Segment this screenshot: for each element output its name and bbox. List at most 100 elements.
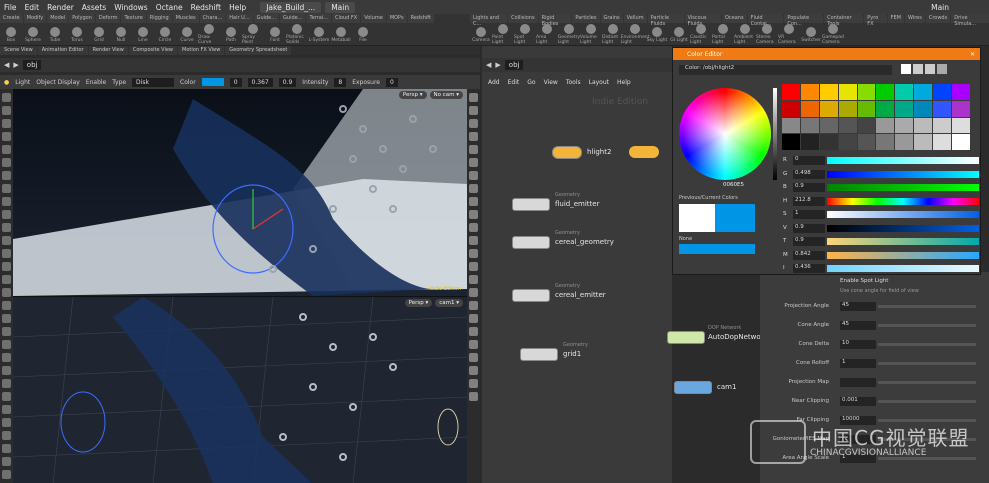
tool-icon[interactable] bbox=[2, 340, 11, 349]
network-menu-item[interactable]: View bbox=[544, 79, 558, 86]
shelf-tool[interactable]: Tube bbox=[44, 26, 66, 43]
menu-render[interactable]: Render bbox=[47, 3, 74, 12]
shelf-tab[interactable]: Muscles bbox=[172, 14, 199, 23]
shelf-tab[interactable]: Chara... bbox=[199, 14, 226, 23]
shelf-tab[interactable]: Modify bbox=[23, 14, 47, 23]
shelf-tool[interactable]: Platonic Solids bbox=[286, 24, 308, 45]
display-option-icon[interactable] bbox=[469, 288, 478, 297]
tool-icon[interactable] bbox=[2, 249, 11, 258]
param-value-field[interactable]: 0.001 bbox=[840, 397, 876, 406]
palette-swatch[interactable] bbox=[800, 84, 819, 100]
display-option-icon[interactable] bbox=[469, 340, 478, 349]
palette-swatch[interactable] bbox=[782, 117, 800, 134]
palette-swatch[interactable] bbox=[933, 100, 952, 117]
shelf-tab[interactable]: Particles bbox=[572, 14, 600, 23]
network-menu-item[interactable]: Go bbox=[527, 79, 535, 86]
palette-swatch[interactable] bbox=[952, 117, 970, 134]
palette-swatch[interactable] bbox=[800, 134, 819, 150]
param-value-field[interactable]: 10 bbox=[840, 340, 876, 349]
network-menu-item[interactable]: Layout bbox=[589, 79, 609, 86]
tool-icon[interactable] bbox=[2, 392, 11, 401]
object-display-toggle[interactable]: Object Display bbox=[36, 79, 80, 86]
tool-icon[interactable] bbox=[2, 262, 11, 271]
tool-icon[interactable] bbox=[2, 288, 11, 297]
tool-icon[interactable] bbox=[2, 145, 11, 154]
display-option-icon[interactable] bbox=[469, 301, 478, 310]
channel-value-field[interactable]: 1 bbox=[793, 210, 825, 219]
shelf-tab[interactable]: Terrai... bbox=[306, 14, 332, 23]
display-option-icon[interactable] bbox=[469, 223, 478, 232]
list-mode-icon[interactable] bbox=[925, 64, 935, 74]
channel-value-field[interactable]: 212.8 bbox=[793, 196, 825, 206]
palette-swatch[interactable] bbox=[952, 100, 970, 117]
display-option-icon[interactable] bbox=[469, 366, 478, 375]
network-node-grid1[interactable]: Geometry grid1 bbox=[520, 342, 588, 361]
shelf-tool[interactable]: Stereo Camera bbox=[756, 24, 778, 45]
color-b-field[interactable]: 0.9 bbox=[278, 77, 297, 87]
shelf-tab[interactable]: Hair U... bbox=[226, 14, 253, 23]
menu-windows[interactable]: Windows bbox=[114, 3, 147, 12]
palette-swatch[interactable] bbox=[914, 84, 933, 100]
channel-value-field[interactable]: 0.9 bbox=[793, 237, 825, 246]
value-slider[interactable] bbox=[773, 88, 777, 180]
shelf-tab[interactable]: Crowds bbox=[925, 14, 951, 23]
shelf-tool[interactable]: Portal Light bbox=[712, 24, 734, 45]
shelf-tab[interactable]: Rigging bbox=[146, 14, 172, 23]
back-icon[interactable]: ◀ bbox=[4, 61, 9, 69]
display-option-icon[interactable] bbox=[469, 158, 478, 167]
display-option-icon[interactable] bbox=[469, 353, 478, 362]
intensity-field[interactable]: 8 bbox=[334, 77, 347, 87]
desktop-tab[interactable]: Jake_Build_... bbox=[260, 1, 322, 13]
display-option-icon[interactable] bbox=[469, 379, 478, 388]
pane-tab[interactable]: Motion FX View bbox=[178, 46, 225, 55]
enable-spot-checkbox[interactable]: Enable Spot Light bbox=[840, 278, 888, 284]
param-value-field[interactable]: 1 bbox=[840, 359, 876, 368]
shelf-tab[interactable]: Particle Fluids bbox=[647, 14, 684, 27]
grid-mode-icon[interactable] bbox=[913, 64, 923, 74]
shelf-tool[interactable]: Spot Light bbox=[514, 24, 536, 45]
display-option-icon[interactable] bbox=[469, 392, 478, 401]
none-swatch[interactable] bbox=[679, 244, 755, 254]
param-slider[interactable] bbox=[878, 324, 976, 327]
shelf-tool[interactable]: Area Light bbox=[536, 24, 558, 45]
palette-swatch[interactable] bbox=[895, 84, 914, 100]
shelf-tool[interactable]: Sphere bbox=[22, 26, 44, 43]
palette-swatch[interactable] bbox=[933, 134, 952, 150]
camera-menu-bottom[interactable]: cam1 ▾ bbox=[435, 299, 463, 307]
tool-icon[interactable] bbox=[2, 431, 11, 440]
shelf-tool[interactable]: VR Camera bbox=[778, 24, 800, 45]
channel-slider[interactable] bbox=[827, 265, 979, 272]
display-option-icon[interactable] bbox=[469, 184, 478, 193]
tool-icon[interactable] bbox=[2, 301, 11, 310]
path-field[interactable]: obj bbox=[22, 60, 42, 70]
tool-icon[interactable] bbox=[2, 418, 11, 427]
menu-assets[interactable]: Assets bbox=[82, 3, 106, 12]
shelf-tool[interactable]: Font bbox=[264, 26, 286, 43]
network-editor[interactable] bbox=[482, 46, 672, 483]
shelf-tool[interactable]: Spray Paint bbox=[242, 24, 264, 45]
shelf-tab[interactable]: Model bbox=[47, 14, 69, 23]
menu-file[interactable]: File bbox=[4, 3, 17, 12]
palette-swatch[interactable] bbox=[838, 134, 857, 150]
network-node-cereal-emitter[interactable]: Geometry cereal_emitter bbox=[512, 283, 606, 302]
forward-icon[interactable]: ▶ bbox=[13, 61, 18, 69]
palette-swatch[interactable] bbox=[914, 134, 933, 150]
network-menu-item[interactable]: Add bbox=[488, 79, 500, 86]
shelf-tool[interactable]: Torus bbox=[66, 26, 88, 43]
tool-icon[interactable] bbox=[2, 158, 11, 167]
palette-swatch[interactable] bbox=[933, 117, 952, 134]
current-color-swatch[interactable] bbox=[715, 204, 755, 232]
shelf-tool[interactable]: Path bbox=[220, 26, 242, 43]
network-node-cereal-geometry[interactable]: Geometry cereal_geometry bbox=[512, 230, 614, 249]
network-node-light-partial[interactable] bbox=[629, 146, 659, 158]
exposure-field[interactable]: 0 bbox=[386, 77, 398, 87]
palette-swatch[interactable] bbox=[838, 84, 857, 100]
shelf-tool[interactable]: Camera bbox=[470, 26, 492, 43]
palette-swatch[interactable] bbox=[895, 100, 914, 117]
color-editor-window[interactable]: Color Editor ✕ Color: /obj/hlight2 0060E… bbox=[672, 47, 981, 275]
menu-redshift[interactable]: Redshift bbox=[191, 3, 221, 12]
shelf-tab[interactable]: Container Tools bbox=[824, 14, 864, 27]
palette-swatch[interactable] bbox=[819, 100, 838, 117]
shelf-tool[interactable]: File bbox=[352, 26, 374, 43]
shelf-tool[interactable]: Switcher bbox=[800, 26, 822, 43]
